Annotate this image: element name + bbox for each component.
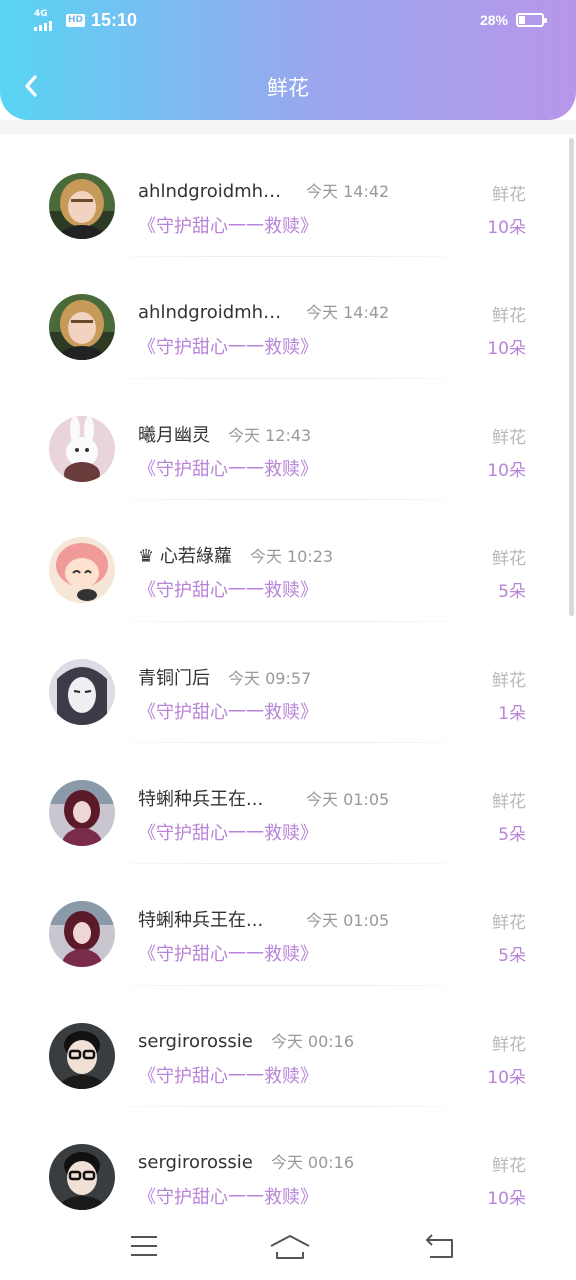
gift-type: 鲜花 xyxy=(492,1034,526,1055)
list-item[interactable]: sergirorossie 今天 00:16 《守护甜心一一救赎》 鲜花 10朵 xyxy=(0,986,576,1108)
gift-type: 鲜花 xyxy=(492,549,526,570)
gift-record-list[interactable]: ahlndgroidmhk... 今天 14:42 《守护甜心一一救赎》 鲜花 10朵 a… xyxy=(0,136,576,1229)
page-title: 鲜花 xyxy=(267,76,309,100)
user-name[interactable]: 青铜门后 xyxy=(138,664,210,690)
timestamp: 今天 14:42 xyxy=(306,182,390,201)
avatar[interactable] xyxy=(49,658,115,725)
book-title-link[interactable]: 《守护甜心一一救赎》 xyxy=(138,940,318,966)
gift-count: 10朵 xyxy=(487,1067,526,1088)
status-left: 4G HD 15:10 xyxy=(34,8,138,31)
hd-badge: HD xyxy=(66,14,86,27)
status-bar: 4G HD 15:10 28% xyxy=(0,0,576,44)
home-icon xyxy=(270,1235,310,1259)
row-header: ahlndgroidmhk... 今天 14:42 xyxy=(138,299,389,323)
row-header: ahlndgroidmhk... 今天 14:42 xyxy=(138,178,389,202)
gift-type: 鲜花 xyxy=(492,670,526,691)
gift-count: 10朵 xyxy=(487,218,526,238)
home-button[interactable] xyxy=(268,1232,312,1262)
book-title-link[interactable]: 《守护甜心一一救赎》 xyxy=(138,212,318,238)
gift-count: 10朵 xyxy=(487,339,526,360)
list-item[interactable]: ahlndgroidmhk... 今天 14:42 《守护甜心一一救赎》 鲜花 10朵 xyxy=(0,136,576,258)
row-header: 曦月幽灵 今天 12:43 xyxy=(138,421,311,447)
avatar[interactable] xyxy=(49,1144,115,1211)
menu-button[interactable] xyxy=(126,1232,166,1262)
gift-count: 5朵 xyxy=(498,946,526,967)
book-title-link[interactable]: 《守护甜心一一救赎》 xyxy=(138,819,318,845)
list-item[interactable]: 特蜊种兵王在... 今天 01:05 《守护甜心一一救赎》 鲜花 5朵 xyxy=(0,743,576,865)
book-title-link[interactable]: 《守护甜心一一救赎》 xyxy=(138,1183,318,1209)
header-separator xyxy=(0,120,576,134)
book-title-link[interactable]: 《守护甜心一一救赎》 xyxy=(138,333,318,359)
menu-icon xyxy=(131,1236,157,1256)
user-name[interactable]: ahlndgroidmhk... xyxy=(138,302,288,323)
gift-count: 1朵 xyxy=(498,703,526,724)
row-header: sergirorossie 今天 00:16 xyxy=(138,1028,354,1052)
timestamp: 今天 01:05 xyxy=(306,911,390,931)
back-icon xyxy=(426,1234,453,1258)
user-name[interactable]: sergirorossie xyxy=(138,1031,253,1052)
avatar[interactable] xyxy=(49,779,115,846)
system-nav-bar xyxy=(0,1214,576,1280)
avatar[interactable] xyxy=(49,537,115,604)
timestamp: 今天 10:23 xyxy=(249,547,334,567)
avatar[interactable] xyxy=(49,901,115,968)
gift-type: 鲜花 xyxy=(492,791,526,812)
avatar[interactable] xyxy=(49,173,115,239)
row-header: 青铜门后 今天 09:57 xyxy=(138,664,311,690)
book-title-link[interactable]: 《守护甜心一一救赎》 xyxy=(138,1062,318,1088)
list-item[interactable]: 曦月幽灵 今天 12:43 《守护甜心一一救赎》 鲜花 10朵 xyxy=(0,379,576,501)
book-title-link[interactable]: 《守护甜心一一救赎》 xyxy=(138,455,318,481)
list-item[interactable]: 特蜊种兵王在... 今天 01:05 《守护甜心一一救赎》 鲜花 5朵 xyxy=(0,864,576,986)
user-name[interactable]: ahlndgroidmhk... xyxy=(138,181,288,202)
timestamp: 今天 00:16 xyxy=(270,1153,355,1173)
gift-type: 鲜花 xyxy=(492,185,526,205)
status-right: 28% xyxy=(479,12,547,28)
gift-type: 鲜花 xyxy=(492,427,526,448)
timestamp: 今天 09:57 xyxy=(228,668,312,688)
row-header: sergirorossie 今天 00:16 xyxy=(138,1149,354,1173)
timestamp: 今天 01:05 xyxy=(306,789,390,809)
row-header: 特蜊种兵王在... 今天 01:05 xyxy=(138,906,389,932)
gift-count: 5朵 xyxy=(498,582,526,603)
header-bar: 4G HD 15:10 28% 鲜花 xyxy=(0,0,576,120)
row-header: ♛ 心若綠蘿 今天 10:23 xyxy=(138,542,333,568)
clock: 15:10 xyxy=(91,10,138,30)
book-title-link[interactable]: 《守护甜心一一救赎》 xyxy=(138,698,318,724)
user-name[interactable]: 曦月幽灵 xyxy=(138,421,210,447)
avatar[interactable] xyxy=(49,294,115,361)
system-back-button[interactable] xyxy=(422,1232,462,1262)
list-item[interactable]: 青铜门后 今天 09:57 《守护甜心一一救赎》 鲜花 1朵 xyxy=(0,622,576,743)
gift-count: 5朵 xyxy=(498,824,526,845)
list-item[interactable]: sergirorossie 今天 00:16 《守护甜心一一救赎》 鲜花 10朵 xyxy=(0,1107,576,1229)
gift-count: 10朵 xyxy=(487,460,526,481)
row-header: 特蜊种兵王在... 今天 01:05 xyxy=(138,785,389,811)
avatar[interactable] xyxy=(49,1022,115,1089)
list-item[interactable]: ♛ 心若綠蘿 今天 10:23 《守护甜心一一救赎》 鲜花 5朵 xyxy=(0,500,576,622)
avatar[interactable] xyxy=(49,415,115,482)
battery-icon xyxy=(516,13,547,27)
gift-type: 鲜花 xyxy=(492,1156,526,1177)
network-type: 4G xyxy=(34,8,48,19)
user-name[interactable]: 特蜊种兵王在... xyxy=(138,906,288,932)
title-bar: 鲜花 xyxy=(0,54,576,118)
gift-type: 鲜花 xyxy=(492,306,526,327)
user-name[interactable]: 特蜊种兵王在... xyxy=(138,785,288,811)
user-name[interactable]: ♛ 心若綠蘿 xyxy=(138,542,232,568)
book-title-link[interactable]: 《守护甜心一一救赎》 xyxy=(138,576,318,602)
battery-percent: 28% xyxy=(479,12,508,28)
timestamp: 今天 00:16 xyxy=(270,1031,355,1051)
timestamp: 今天 14:42 xyxy=(306,303,390,323)
list-item[interactable]: ahlndgroidmhk... 今天 14:42 《守护甜心一一救赎》 鲜花 10朵 xyxy=(0,257,576,379)
user-name[interactable]: sergirorossie xyxy=(138,1152,253,1173)
scrollbar[interactable] xyxy=(569,138,574,616)
signal-icon: 4G xyxy=(34,8,60,31)
timestamp: 今天 12:43 xyxy=(228,425,312,445)
gift-type: 鲜花 xyxy=(492,913,526,934)
gift-count: 10朵 xyxy=(487,1189,526,1210)
